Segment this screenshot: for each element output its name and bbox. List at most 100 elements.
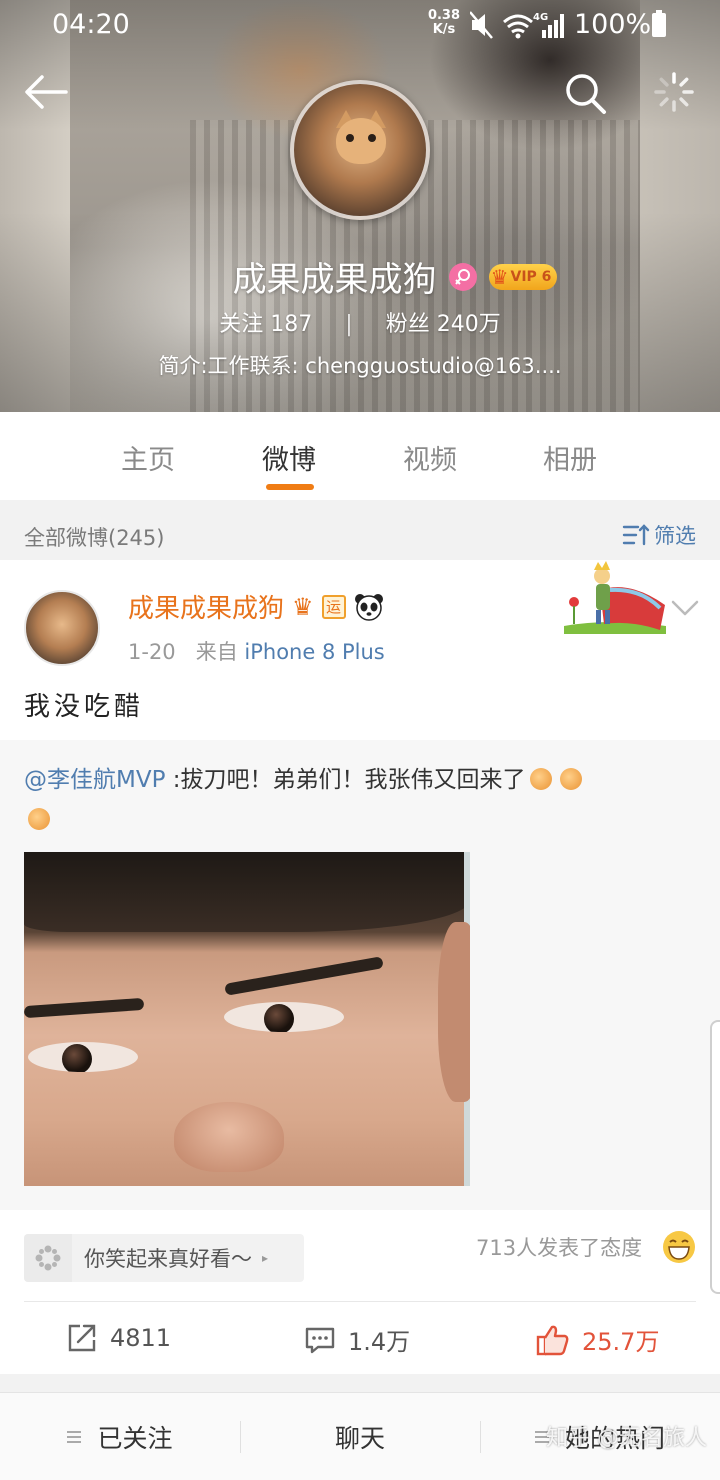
post-source[interactable]: iPhone 8 Plus	[244, 640, 384, 664]
refresh-button[interactable]	[652, 70, 696, 114]
tab-weibo[interactable]: 微博	[262, 438, 316, 477]
post-card[interactable]: 成果成果成狗 ♛ 运 1-20 来自 iPhone 8 Plus 我没吃醋 @李…	[0, 560, 720, 1374]
back-button[interactable]	[22, 72, 70, 112]
laughing-emoji-icon[interactable]	[662, 1230, 696, 1264]
avatar-cat-face	[336, 118, 386, 164]
network-speed-value: 0.38	[427, 8, 461, 23]
status-icons: 4G	[469, 10, 570, 44]
post-avatar[interactable]	[24, 590, 100, 666]
fist-emoji-icon	[28, 808, 50, 830]
status-time: 04:20	[52, 9, 130, 40]
search-button[interactable]	[562, 70, 608, 116]
image-right-eye	[224, 1002, 344, 1032]
post-date: 1-20	[128, 640, 176, 664]
followed-button[interactable]: 已关注	[0, 1393, 240, 1480]
mood-chip-icon-box	[24, 1234, 72, 1282]
active-tab-indicator	[266, 484, 314, 490]
repost-button[interactable]: 4811	[66, 1322, 171, 1354]
battery-percent: 100%	[574, 9, 652, 40]
female-gender-icon	[448, 262, 477, 291]
network-speed-unit: K/s	[432, 22, 456, 37]
repost-count: 4811	[110, 1324, 172, 1352]
tab-album[interactable]: 相册	[543, 438, 597, 477]
triangle-right-icon: ▸	[262, 1251, 269, 1265]
like-button[interactable]: 25.7万	[536, 1322, 659, 1357]
thumbs-up-icon	[536, 1325, 569, 1355]
avatar-cat-eye	[368, 134, 376, 142]
profile-tabs: 主页 微博 视频 相册	[0, 412, 720, 500]
image-right-brow	[224, 956, 384, 996]
followers-label: 粉丝	[385, 312, 430, 337]
mute-wifi-signal-icons: 4G	[469, 11, 564, 39]
image-nose	[174, 1102, 284, 1172]
search-icon	[566, 74, 606, 114]
post-author-name[interactable]: 成果成果成狗	[128, 588, 284, 625]
followed-label: 已关注	[97, 1424, 173, 1453]
avatar-cat-eye	[346, 134, 354, 142]
all-posts-count[interactable]: 全部微博(245)	[24, 522, 164, 552]
reposted-content[interactable]: @李佳航MVP :拔刀吧！弟弟们！我张伟又回来了	[0, 740, 720, 1210]
following-label: 关注	[219, 312, 264, 337]
tab-home[interactable]: 主页	[121, 438, 175, 477]
battery-icon	[652, 10, 666, 37]
followers-stat[interactable]: 粉丝 240万	[386, 312, 501, 337]
crown-icon: ♛	[490, 264, 509, 289]
scrollbar-handle[interactable]	[710, 1020, 720, 1294]
comment-count: 1.4万	[348, 1328, 411, 1356]
image-ear	[438, 922, 470, 1102]
image-hair	[24, 852, 470, 932]
filter-icon	[622, 524, 650, 546]
post-actions: 4811 1.4万 25.7万	[0, 1302, 720, 1374]
mood-chip-label: 你笑起来真好看～	[84, 1247, 252, 1271]
fist-emoji-icon	[529, 768, 552, 790]
network-speed: 0.38 K/s	[426, 9, 462, 37]
repost-text-block: @李佳航MVP :拔刀吧！弟弟们！我张伟又回来了	[24, 760, 674, 840]
post-meta: 1-20 来自 iPhone 8 Plus	[128, 636, 385, 666]
mute-icon	[469, 11, 493, 39]
post-text: 我没吃醋	[24, 692, 145, 722]
tab-video[interactable]: 视频	[403, 438, 457, 477]
post-author-row: 成果成果成狗 ♛ 运	[128, 588, 384, 625]
comment-button[interactable]: 1.4万	[304, 1322, 410, 1357]
repost-image[interactable]	[24, 852, 470, 1186]
network-type: 4G	[533, 12, 548, 23]
wifi-icon	[503, 14, 533, 34]
profile-name-row: 成果成果成狗 ♛ VIP 6	[0, 252, 720, 301]
repost-text: :拔刀吧！弟弟们！我张伟又回来了	[165, 767, 526, 793]
repost-mention[interactable]: @李佳航MVP	[24, 767, 165, 793]
vip-label: VIP 6	[510, 268, 552, 285]
chevron-down-icon	[671, 600, 699, 616]
profile-name: 成果成果成狗	[232, 260, 437, 300]
little-prince-decoration-icon	[564, 561, 666, 634]
menu-lines-icon	[67, 1428, 82, 1446]
vip-crown-icon[interactable]: ♛	[292, 593, 314, 621]
filter-bar: 全部微博(245) 筛选	[0, 500, 720, 560]
share-icon	[68, 1324, 96, 1352]
following-stat[interactable]: 关注 187	[219, 312, 312, 337]
filter-button[interactable]: 筛选	[622, 520, 696, 550]
profile-bio[interactable]: 简介:工作联系: chengguostudio@163....	[0, 350, 720, 380]
stats-separator: |	[345, 312, 353, 337]
image-left-brow	[24, 997, 145, 1019]
yun-badge-icon[interactable]: 运	[321, 594, 346, 619]
post-source-prefix: 来自	[195, 640, 238, 664]
post-menu-button[interactable]	[670, 598, 700, 618]
like-count: 25.7万	[582, 1328, 660, 1356]
mood-chip[interactable]: 你笑起来真好看～ ▸	[24, 1234, 304, 1282]
chat-button[interactable]: 聊天	[240, 1393, 480, 1480]
profile-header: 04:20 0.38 K/s 4G 100% 成果成果成狗 ♛ VIP 6 关注…	[0, 0, 720, 412]
back-arrow-icon	[25, 75, 68, 109]
watermark: 知乎 @无名旅人	[546, 1426, 707, 1451]
panda-icon[interactable]	[354, 593, 384, 621]
vip-badge[interactable]: ♛ VIP 6	[488, 263, 558, 290]
followers-count: 240万	[436, 312, 501, 337]
following-count: 187	[270, 312, 313, 337]
chat-label: 聊天	[334, 1424, 385, 1453]
sparkle-icon	[35, 1245, 61, 1271]
status-bar: 04:20 0.38 K/s 4G 100%	[0, 0, 720, 50]
fist-emoji-icon	[559, 768, 582, 790]
attitude-count[interactable]: 713人发表了态度	[476, 1232, 642, 1262]
comment-icon	[305, 1327, 335, 1353]
loading-spinner-icon	[654, 72, 694, 112]
profile-avatar[interactable]	[290, 80, 430, 220]
